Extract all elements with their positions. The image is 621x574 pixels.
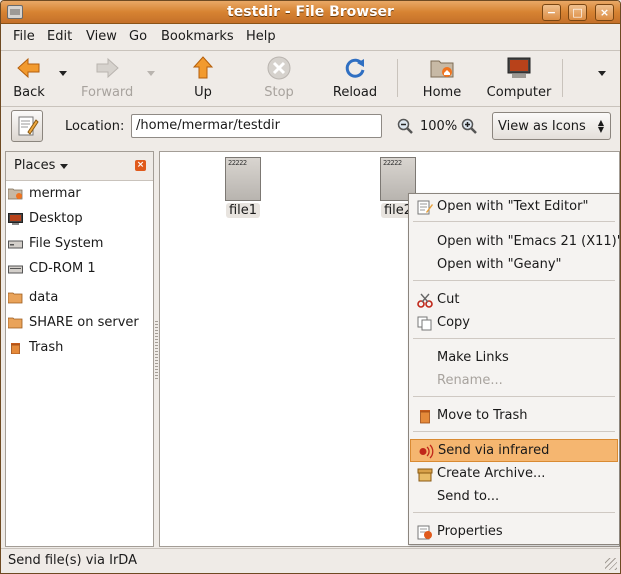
computer-label: Computer — [486, 85, 552, 100]
places-sidebar: Places × mermar Desktop File System CD-R… — [5, 151, 154, 547]
zoom-out-icon[interactable] — [397, 118, 413, 134]
menu-separator — [413, 221, 615, 222]
forward-label: Forward — [81, 85, 134, 100]
computer-icon — [506, 55, 532, 81]
menu-copy[interactable]: Copy — [410, 312, 618, 335]
home-folder-icon — [429, 55, 455, 81]
zoom-level[interactable]: 100% — [420, 119, 457, 134]
back-arrow-icon — [16, 55, 42, 81]
reload-icon — [342, 55, 368, 81]
toolbar-separator — [397, 59, 398, 97]
menu-make-links[interactable]: Make Links — [410, 347, 618, 370]
file-browser-window: testdir - File Browser − □ × File Edit V… — [0, 0, 621, 574]
menu-separator — [413, 431, 615, 432]
infrared-icon — [419, 444, 434, 459]
pencil-note-icon — [18, 116, 39, 136]
text-file-icon — [225, 157, 261, 201]
network-folder-icon — [8, 317, 23, 329]
menu-edit[interactable]: Edit — [47, 29, 72, 44]
home-label: Home — [422, 85, 462, 100]
menu-file[interactable]: File — [13, 29, 35, 44]
scissors-icon — [417, 293, 433, 308]
location-input[interactable]: /home/mermar/testdir — [131, 114, 382, 138]
stop-button[interactable]: Stop — [261, 55, 297, 100]
menu-help[interactable]: Help — [246, 29, 276, 44]
menu-move-to-trash[interactable]: Move to Trash — [410, 405, 618, 428]
toggle-location-button[interactable] — [11, 110, 43, 142]
menu-create-archive[interactable]: Create Archive... — [410, 463, 618, 486]
status-bar: Send file(s) via IrDA — [1, 548, 620, 573]
menu-rename[interactable]: Rename... — [410, 370, 618, 393]
menu-separator — [413, 338, 615, 339]
view-mode-value: View as Icons — [498, 119, 586, 134]
pane-resize-handle[interactable] — [155, 321, 158, 381]
text-editor-icon — [417, 200, 433, 215]
computer-button[interactable]: Computer — [486, 55, 552, 100]
file-item[interactable]: file1 — [213, 157, 273, 218]
menu-open-geany[interactable]: Open with "Geany" — [410, 254, 618, 277]
select-arrows-icon: ▲ ▼ — [597, 118, 604, 134]
archive-icon — [417, 468, 433, 482]
minimize-button[interactable]: − — [542, 4, 561, 21]
menu-bookmarks[interactable]: Bookmarks — [161, 29, 234, 44]
desktop-icon — [8, 213, 23, 225]
toolbar-separator — [562, 59, 563, 97]
view-mode-select[interactable]: View as Icons ▲ ▼ — [492, 112, 611, 140]
toolbar: Back Forward Up Stop Reload Home Compute… — [1, 51, 620, 105]
menu-open-emacs[interactable]: Open with "Emacs 21 (X11)" — [410, 231, 620, 254]
back-button[interactable]: Back — [9, 55, 49, 100]
up-arrow-icon — [190, 55, 216, 81]
forward-arrow-icon — [94, 55, 120, 81]
reload-button[interactable]: Reload — [332, 55, 378, 100]
window-resize-grip[interactable] — [605, 558, 617, 570]
menu-send-to[interactable]: Send to... — [410, 486, 618, 509]
toolbar-overflow-icon[interactable] — [598, 71, 606, 76]
menu-cut[interactable]: Cut — [410, 289, 618, 312]
forward-history-dropdown-icon[interactable] — [147, 71, 155, 76]
location-label: Location: — [65, 119, 125, 134]
close-sidebar-icon[interactable]: × — [135, 160, 146, 171]
properties-icon — [417, 525, 432, 540]
menu-separator — [413, 280, 615, 281]
menu-properties[interactable]: Properties — [410, 521, 618, 544]
up-label: Up — [194, 85, 212, 100]
back-history-dropdown-icon[interactable] — [59, 71, 67, 76]
menu-open-text-editor[interactable]: Open with "Text Editor" — [410, 196, 618, 219]
places-dropdown-icon[interactable] — [60, 164, 68, 169]
up-button[interactable]: Up — [187, 55, 219, 100]
copy-icon — [417, 316, 432, 331]
menu-separator — [413, 396, 615, 397]
menu-go[interactable]: Go — [129, 29, 147, 44]
status-text: Send file(s) via IrDA — [8, 553, 137, 568]
location-bar: Location: /home/mermar/testdir 100% View… — [1, 107, 620, 145]
stop-label: Stop — [264, 85, 294, 100]
back-label: Back — [13, 85, 45, 100]
trash-icon — [420, 410, 430, 424]
reload-label: Reload — [332, 85, 378, 100]
menu-bar: File Edit View Go Bookmarks Help — [1, 25, 620, 50]
places-selector[interactable]: Places — [14, 158, 55, 173]
maximize-button[interactable]: □ — [568, 4, 587, 21]
trash-icon — [11, 343, 20, 354]
forward-button[interactable]: Forward — [81, 55, 133, 100]
context-menu: Open with "Text Editor" Open with "Emacs… — [408, 193, 620, 545]
stop-icon — [266, 55, 292, 81]
home-folder-icon — [8, 188, 23, 200]
file-name: file1 — [225, 203, 261, 218]
close-button[interactable]: × — [595, 4, 614, 21]
sidebar-header: Places × — [6, 152, 153, 181]
home-button[interactable]: Home — [420, 55, 464, 100]
zoom-in-icon[interactable] — [461, 118, 477, 134]
folder-icon — [8, 292, 23, 304]
menu-separator — [413, 512, 615, 513]
menu-view[interactable]: View — [86, 29, 117, 44]
title-bar[interactable]: testdir - File Browser − □ × — [1, 1, 620, 24]
cdrom-icon — [8, 265, 23, 274]
window-title: testdir - File Browser — [227, 4, 394, 20]
drive-icon — [8, 240, 23, 249]
menu-send-infrared[interactable]: Send via infrared — [410, 439, 618, 462]
